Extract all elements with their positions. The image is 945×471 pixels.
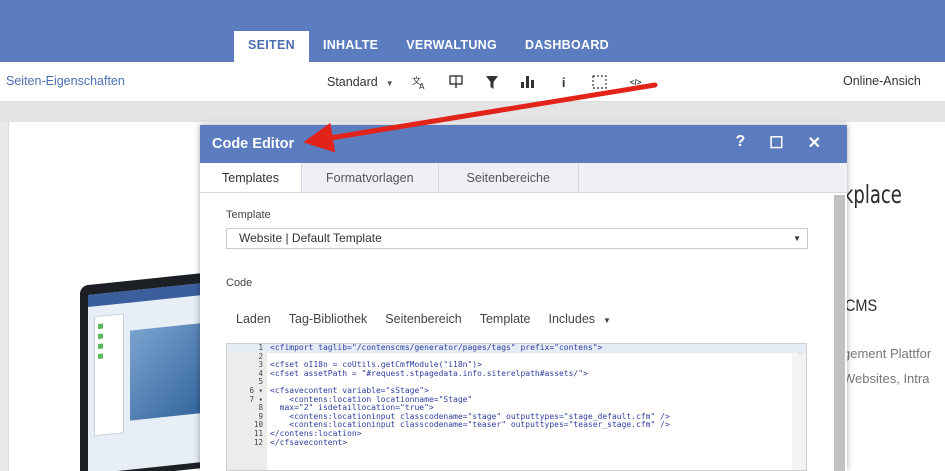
dialog-header: Code Editor ? ☐ ✕ — [200, 125, 847, 163]
selection-frame-icon[interactable] — [592, 74, 608, 90]
page-properties-link[interactable]: Seiten-Eigenschaften — [6, 74, 125, 88]
code-icon[interactable]: </> — [628, 74, 644, 90]
tag-library-menu-item[interactable]: Tag-Bibliothek — [289, 312, 368, 326]
view-mode-label: Standard — [327, 75, 378, 89]
main-tabs: SEITEN INHALTE VERWALTUNG DASHBOARD — [234, 31, 623, 62]
preview-subheading: CMS — [845, 296, 878, 315]
page-area-menu-item[interactable]: Seitenbereich — [385, 312, 461, 326]
chevron-down-icon: ▼ — [793, 234, 801, 243]
tablet-list-dot — [98, 323, 103, 329]
toolbar-tools: Standard ▼ 文A i </> — [327, 70, 664, 94]
includes-dropdown[interactable]: Includes ▼ — [548, 312, 610, 326]
tablet-list-dot — [98, 333, 103, 339]
load-menu-item[interactable]: Laden — [236, 312, 271, 326]
code-menu: Laden Tag-Bibliothek Seitenbereich Templ… — [236, 312, 611, 326]
code-line: 12 </cfsavecontent> — [253, 437, 348, 447]
chevron-down-icon: ▼ — [385, 79, 394, 88]
tab-formatvorlagen[interactable]: Formatvorlagen — [302, 163, 439, 192]
help-icon[interactable]: ? — [735, 133, 745, 153]
close-icon[interactable]: ✕ — [808, 133, 821, 153]
maximize-icon[interactable]: ☐ — [769, 133, 783, 153]
code-textarea[interactable]: ▲ 1<cfimport taglib="/contenscms/generat… — [226, 343, 807, 471]
code-editor-dialog: Code Editor ? ☐ ✕ Templates Formatvorlag… — [200, 125, 847, 471]
tab-dashboard[interactable]: DASHBOARD — [511, 31, 623, 62]
translate-icon[interactable]: 文A — [412, 74, 428, 90]
preview-heading: kplace — [843, 180, 902, 209]
preview-text-line: gement Plattfor — [843, 346, 932, 361]
code-line: 4 <cfset assetPath = "#request.stpagedata… — [258, 368, 588, 378]
top-navigation-bar: SEITEN INHALTE VERWALTUNG DASHBOARD — [0, 0, 945, 62]
code-label: Code — [226, 277, 253, 289]
tab-templates[interactable]: Templates — [200, 163, 302, 192]
filter-icon[interactable] — [484, 74, 500, 90]
template-menu-item[interactable]: Template — [480, 312, 531, 326]
comment-icon[interactable] — [448, 74, 464, 90]
preview-text-line: Websites, Intra — [843, 371, 930, 386]
tab-seiten[interactable]: SEITEN — [234, 31, 309, 62]
svg-text:A: A — [419, 82, 425, 89]
chevron-down-icon: ▼ — [603, 316, 611, 325]
online-view-link[interactable]: Online-Ansich — [843, 74, 921, 88]
tab-verwaltung[interactable]: VERWALTUNG — [392, 31, 511, 62]
page-gutter — [0, 102, 945, 122]
tablet-list-dot — [98, 343, 103, 349]
tab-inhalte[interactable]: INHALTE — [309, 31, 392, 62]
tablet-list-dot — [98, 353, 103, 359]
dialog-scrollbar[interactable] — [834, 195, 845, 471]
page-toolbar: Seiten-Eigenschaften Standard ▼ 文A i </> … — [0, 62, 945, 102]
template-label: Template — [226, 209, 271, 221]
info-icon[interactable]: i — [556, 74, 572, 90]
dialog-tabs: Templates Formatvorlagen Seitenbereiche — [200, 163, 847, 193]
tab-seitenbereiche[interactable]: Seitenbereiche — [439, 163, 579, 192]
template-select[interactable]: Website | Default Template ▼ — [226, 228, 808, 249]
bar-chart-icon[interactable] — [520, 74, 536, 90]
dialog-title: Code Editor — [212, 136, 295, 152]
code-line: 1 <cfimport taglib="/contenscms/generator… — [227, 344, 806, 353]
template-select-value: Website | Default Template — [239, 231, 382, 245]
includes-label: Includes — [548, 312, 596, 326]
tablet-screen-sidebar — [94, 313, 124, 437]
dialog-controls: ? ☐ ✕ — [735, 133, 821, 153]
view-mode-dropdown[interactable]: Standard ▼ — [327, 75, 394, 89]
